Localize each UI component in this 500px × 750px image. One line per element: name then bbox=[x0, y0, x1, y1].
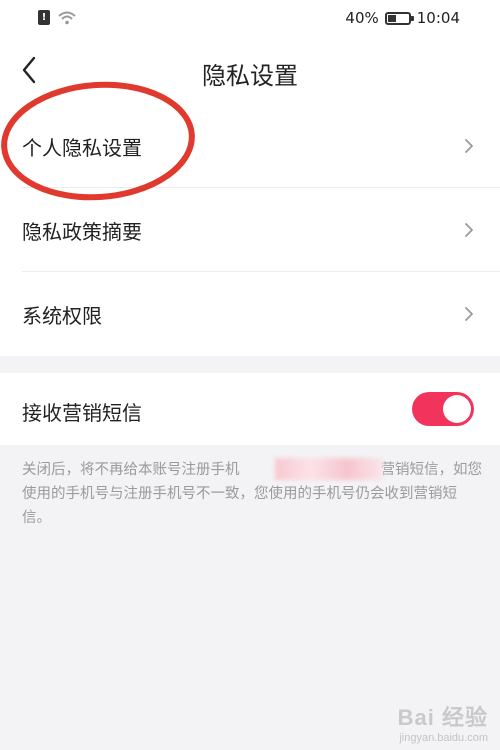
status-right: 40% 10:04 bbox=[345, 9, 460, 27]
toggle-knob bbox=[443, 395, 471, 423]
clock: 10:04 bbox=[416, 9, 460, 27]
note-text-before: 关闭后，将不再给本账号注册手机 bbox=[22, 462, 240, 478]
battery-percent: 40% bbox=[345, 9, 379, 27]
marketing-sms-row: 接收营销短信 bbox=[0, 373, 500, 445]
menu-item-label: 个人隐私设置 bbox=[22, 136, 142, 160]
menu-item-label: 隐私政策摘要 bbox=[22, 220, 142, 244]
menu-item-privacy-policy-summary[interactable]: 隐私政策摘要 bbox=[0, 188, 500, 272]
chevron-right-icon bbox=[465, 139, 473, 153]
chevron-right-icon bbox=[465, 307, 473, 321]
page-title: 隐私设置 bbox=[202, 62, 298, 90]
status-bar: ! 40% 10:04 bbox=[0, 0, 500, 42]
header: 隐私设置 bbox=[0, 42, 500, 104]
marketing-sms-label: 接收营销短信 bbox=[22, 401, 142, 425]
redaction-blur bbox=[275, 458, 383, 480]
sms-note: 关闭后，将不再给本账号注册手机 发送营销短信，如您使用的手机号与注册手机号不一致，… bbox=[22, 458, 482, 530]
battery-icon bbox=[384, 11, 414, 25]
privacy-menu: 个人隐私设置 隐私政策摘要 系统权限 bbox=[0, 104, 500, 356]
baidu-watermark: Bai 经验 jingyan.baidu.com bbox=[398, 700, 488, 744]
wifi-icon bbox=[58, 11, 76, 24]
battery-fill bbox=[387, 14, 396, 22]
menu-item-system-permissions[interactable]: 系统权限 bbox=[0, 272, 500, 356]
sim-alert-icon: ! bbox=[38, 10, 50, 25]
menu-item-personal-privacy[interactable]: 个人隐私设置 bbox=[0, 104, 500, 188]
status-left: ! bbox=[38, 10, 76, 25]
marketing-sms-toggle[interactable] bbox=[412, 392, 474, 426]
chevron-right-icon bbox=[465, 223, 473, 237]
watermark-url: jingyan.baidu.com bbox=[399, 732, 488, 744]
menu-item-label: 系统权限 bbox=[22, 304, 102, 328]
watermark-brand: Bai 经验 bbox=[397, 705, 488, 730]
